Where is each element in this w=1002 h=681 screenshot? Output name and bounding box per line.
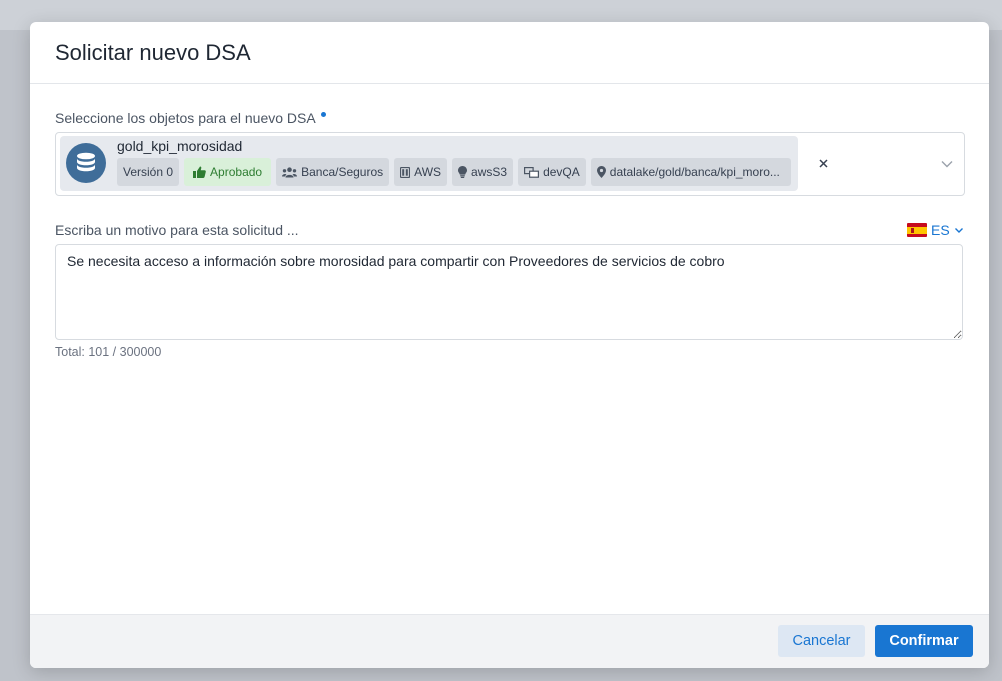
provider-tag-label: AWS — [414, 165, 442, 179]
character-counter: Total: 101 / 300000 — [55, 345, 162, 359]
environments-icon — [524, 166, 540, 178]
domain-tag: Banca/Seguros — [276, 158, 390, 186]
request-dsa-modal: Solicitar nuevo DSA Seleccione los objet… — [30, 22, 989, 668]
version-tag: Versión 0 — [117, 158, 180, 186]
language-code: ES — [931, 222, 950, 238]
object-name: gold_kpi_morosidad — [117, 138, 243, 154]
remove-object-icon[interactable] — [816, 156, 830, 170]
path-tag-label: datalake/gold/banca/kpi_moro... — [609, 165, 780, 179]
database-icon — [66, 143, 106, 183]
status-label: Aprobado — [210, 165, 263, 179]
environment-tag-label: devQA — [543, 165, 580, 179]
modal-header: Solicitar nuevo DSA — [30, 22, 989, 84]
required-indicator — [320, 112, 326, 117]
location-pin-icon — [596, 166, 606, 178]
reason-label: Escriba un motivo para esta solicitud ..… — [55, 222, 299, 238]
users-icon — [282, 166, 298, 177]
provider-tag: AWS — [394, 158, 448, 186]
spain-flag-icon — [907, 223, 927, 237]
reason-textarea[interactable]: Se necesita acceso a información sobre m… — [55, 244, 963, 340]
path-tag: datalake/gold/banca/kpi_moro... — [590, 158, 791, 186]
domain-tag-label: Banca/Seguros — [301, 165, 384, 179]
cancel-button[interactable]: Cancelar — [778, 625, 865, 657]
server-icon — [400, 166, 411, 178]
objects-selector[interactable]: gold_kpi_morosidad Versión 0 Aprobado Ba… — [55, 132, 965, 196]
thumbs-up-icon — [193, 166, 206, 178]
environment-tag: devQA — [518, 158, 586, 186]
reason-label-text: Escriba un motivo para esta solicitud ..… — [55, 222, 299, 238]
version-tag-label: Versión 0 — [123, 165, 174, 179]
selected-object-chip: gold_kpi_morosidad Versión 0 Aprobado Ba… — [60, 136, 828, 191]
lightbulb-icon — [458, 166, 468, 178]
chevron-down-icon — [954, 228, 963, 233]
confirm-button[interactable]: Confirmar — [875, 625, 973, 657]
objects-label-text: Seleccione los objetos para el nuevo DSA — [55, 110, 316, 126]
objects-label: Seleccione los objetos para el nuevo DSA — [55, 110, 326, 126]
technology-tag-label: awsS3 — [471, 165, 508, 179]
language-selector[interactable]: ES — [907, 222, 964, 238]
chevron-down-icon[interactable] — [940, 157, 954, 171]
technology-tag: awsS3 — [452, 158, 514, 186]
status-badge: Aprobado — [184, 158, 272, 186]
object-tags: Versión 0 Aprobado Banca/Seguros AWS aws… — [117, 158, 791, 186]
modal-title: Solicitar nuevo DSA — [55, 39, 251, 65]
modal-footer: Cancelar Confirmar — [30, 614, 989, 668]
